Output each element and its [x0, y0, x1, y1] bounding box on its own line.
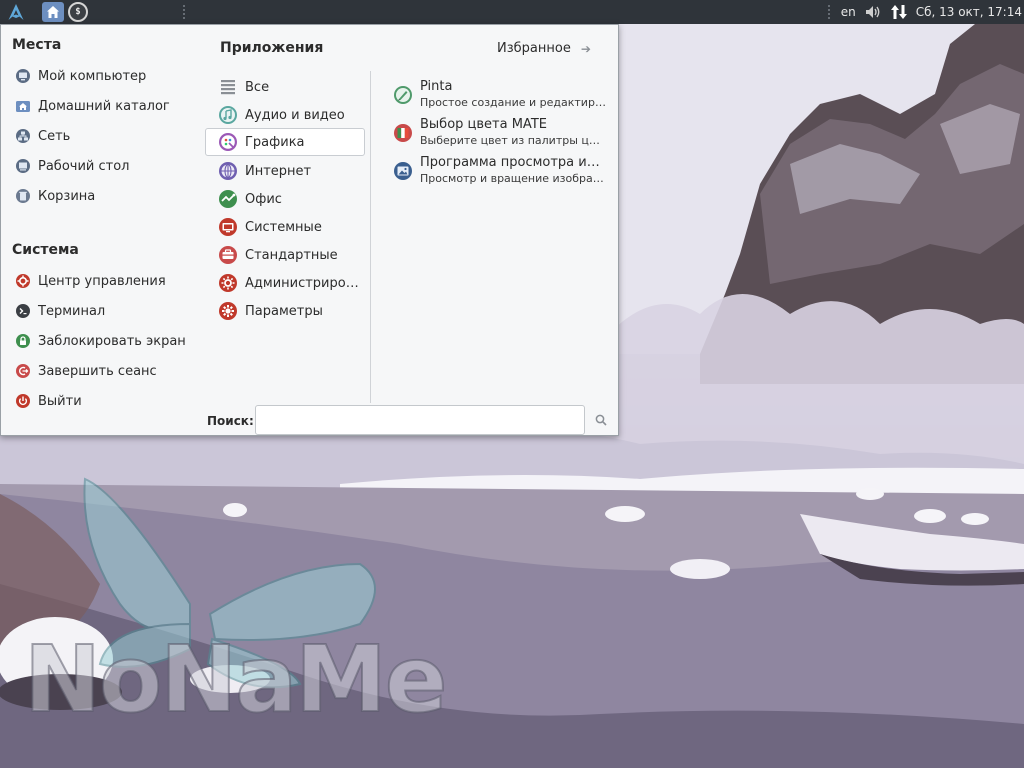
system-item-logout[interactable]: Завершить сеанс — [15, 359, 157, 383]
place-item-desktop[interactable]: Рабочий стол — [15, 154, 129, 178]
category-internet[interactable]: Интернет — [205, 157, 365, 185]
terminal-launcher-glyph: $ — [75, 7, 81, 17]
app-description: Выберите цвет из палитры цвет… — [420, 134, 606, 147]
category-label: Системные — [245, 219, 322, 235]
system-item-lock-screen[interactable]: Заблокировать экран — [15, 329, 186, 353]
image-viewer-icon — [393, 161, 413, 181]
place-item-network[interactable]: Сеть — [15, 124, 70, 148]
category-label: Стандартные — [245, 247, 338, 263]
main-menu-button[interactable] — [4, 1, 28, 23]
category-accessories[interactable]: Стандартные — [205, 241, 365, 269]
applications-heading: Приложения — [220, 40, 324, 56]
application-menu: Места Мой компьютер Домашний каталог Сет… — [0, 24, 619, 436]
search-label: Поиск: — [207, 414, 254, 428]
system-item-label: Завершить сеанс — [38, 363, 157, 379]
preferences-icon — [218, 301, 238, 321]
lock-icon — [15, 333, 31, 349]
favorites-label: Избранное — [497, 41, 571, 56]
category-office[interactable]: Офис — [205, 185, 365, 213]
control-center-icon — [15, 273, 31, 289]
graphics-icon — [218, 132, 238, 152]
place-item-label: Корзина — [38, 188, 96, 204]
app-name: Выбор цвета MATE — [420, 117, 547, 132]
category-multimedia[interactable]: Аудио и видео — [205, 101, 365, 129]
category-administration[interactable]: Администриро… — [205, 269, 365, 297]
app-item-image-viewer[interactable]: Программа просмотра изо… Просмотр и вращ… — [393, 154, 608, 190]
network-transfer-icon[interactable] — [890, 3, 908, 21]
system-item-control-center[interactable]: Центр управления — [15, 269, 166, 293]
top-panel: $ en Сб, 13 окт, 17:14 — [0, 0, 1024, 24]
app-description: Просмотр и вращение изображе… — [420, 172, 606, 185]
category-label: Все — [245, 79, 270, 95]
place-item-trash[interactable]: Корзина — [15, 184, 95, 208]
app-item-pinta[interactable]: Pinta Простое создание и редактиров… — [393, 78, 608, 114]
system-tools-icon — [218, 217, 238, 237]
place-item-label: Рабочий стол — [38, 158, 130, 174]
system-item-label: Терминал — [38, 303, 106, 319]
panel-separator-handle[interactable] — [182, 4, 186, 20]
panel-tray-handle[interactable] — [826, 4, 831, 20]
system-item-terminal[interactable]: Терминал — [15, 299, 105, 323]
category-label: Администриро… — [245, 275, 359, 291]
home-folder-launcher[interactable] — [42, 2, 64, 22]
desktop-icon — [15, 158, 31, 174]
places-heading: Места — [12, 37, 62, 53]
system-item-label: Центр управления — [38, 273, 166, 289]
category-system-tools[interactable]: Системные — [205, 213, 365, 241]
terminal-icon — [15, 303, 31, 319]
clock[interactable]: Сб, 13 окт, 17:14 — [916, 5, 1022, 19]
place-item-home[interactable]: Домашний каталог — [15, 94, 170, 118]
menu-column-divider — [370, 71, 371, 403]
network-icon — [15, 128, 31, 144]
category-label: Графика — [245, 134, 305, 150]
category-label: Аудио и видео — [245, 107, 345, 123]
place-item-label: Домашний каталог — [38, 98, 170, 114]
category-label: Офис — [245, 191, 282, 207]
pinta-icon — [393, 85, 413, 105]
volume-icon[interactable] — [864, 4, 882, 20]
administration-icon — [218, 273, 238, 293]
home-icon — [47, 6, 59, 18]
computer-icon — [15, 68, 31, 84]
app-description: Простое создание и редактиров… — [420, 96, 606, 109]
power-icon — [15, 393, 31, 409]
app-item-color-picker[interactable]: Выбор цвета MATE Выберите цвет из палитр… — [393, 116, 608, 152]
system-item-label: Заблокировать экран — [38, 333, 186, 349]
place-item-label: Сеть — [38, 128, 71, 144]
accessories-icon — [218, 245, 238, 265]
place-item-computer[interactable]: Мой компьютер — [15, 64, 146, 88]
multimedia-icon — [218, 105, 238, 125]
logout-icon — [15, 363, 31, 379]
category-preferences[interactable]: Параметры — [205, 297, 365, 325]
app-name: Программа просмотра изо… — [420, 155, 606, 170]
panel-tray: en Сб, 13 окт, 17:14 — [826, 0, 1024, 24]
system-item-label: Выйти — [38, 393, 82, 409]
favorites-button[interactable]: Избранное ➔ — [497, 41, 591, 56]
app-name: Pinta — [420, 79, 453, 94]
category-graphics[interactable]: Графика — [205, 128, 365, 156]
color-picker-icon — [393, 123, 413, 143]
search-input[interactable] — [255, 405, 585, 435]
arrow-right-icon: ➔ — [580, 41, 591, 56]
search-icon — [595, 414, 607, 426]
place-item-label: Мой компьютер — [38, 68, 147, 84]
trash-icon — [15, 188, 31, 204]
category-label: Параметры — [245, 303, 323, 319]
terminal-launcher[interactable]: $ — [68, 2, 88, 22]
system-item-quit[interactable]: Выйти — [15, 389, 82, 413]
system-heading: Система — [12, 242, 79, 258]
office-icon — [218, 189, 238, 209]
category-label: Интернет — [245, 163, 312, 179]
search-button[interactable] — [593, 412, 609, 428]
all-apps-icon — [218, 77, 238, 97]
category-all[interactable]: Все — [205, 73, 365, 101]
internet-icon — [218, 161, 238, 181]
wallpaper-watermark: NoNaMe — [23, 626, 448, 733]
home-folder-icon — [15, 98, 31, 114]
arch-logo-icon — [8, 4, 24, 20]
keyboard-layout-indicator[interactable]: en — [841, 5, 856, 19]
